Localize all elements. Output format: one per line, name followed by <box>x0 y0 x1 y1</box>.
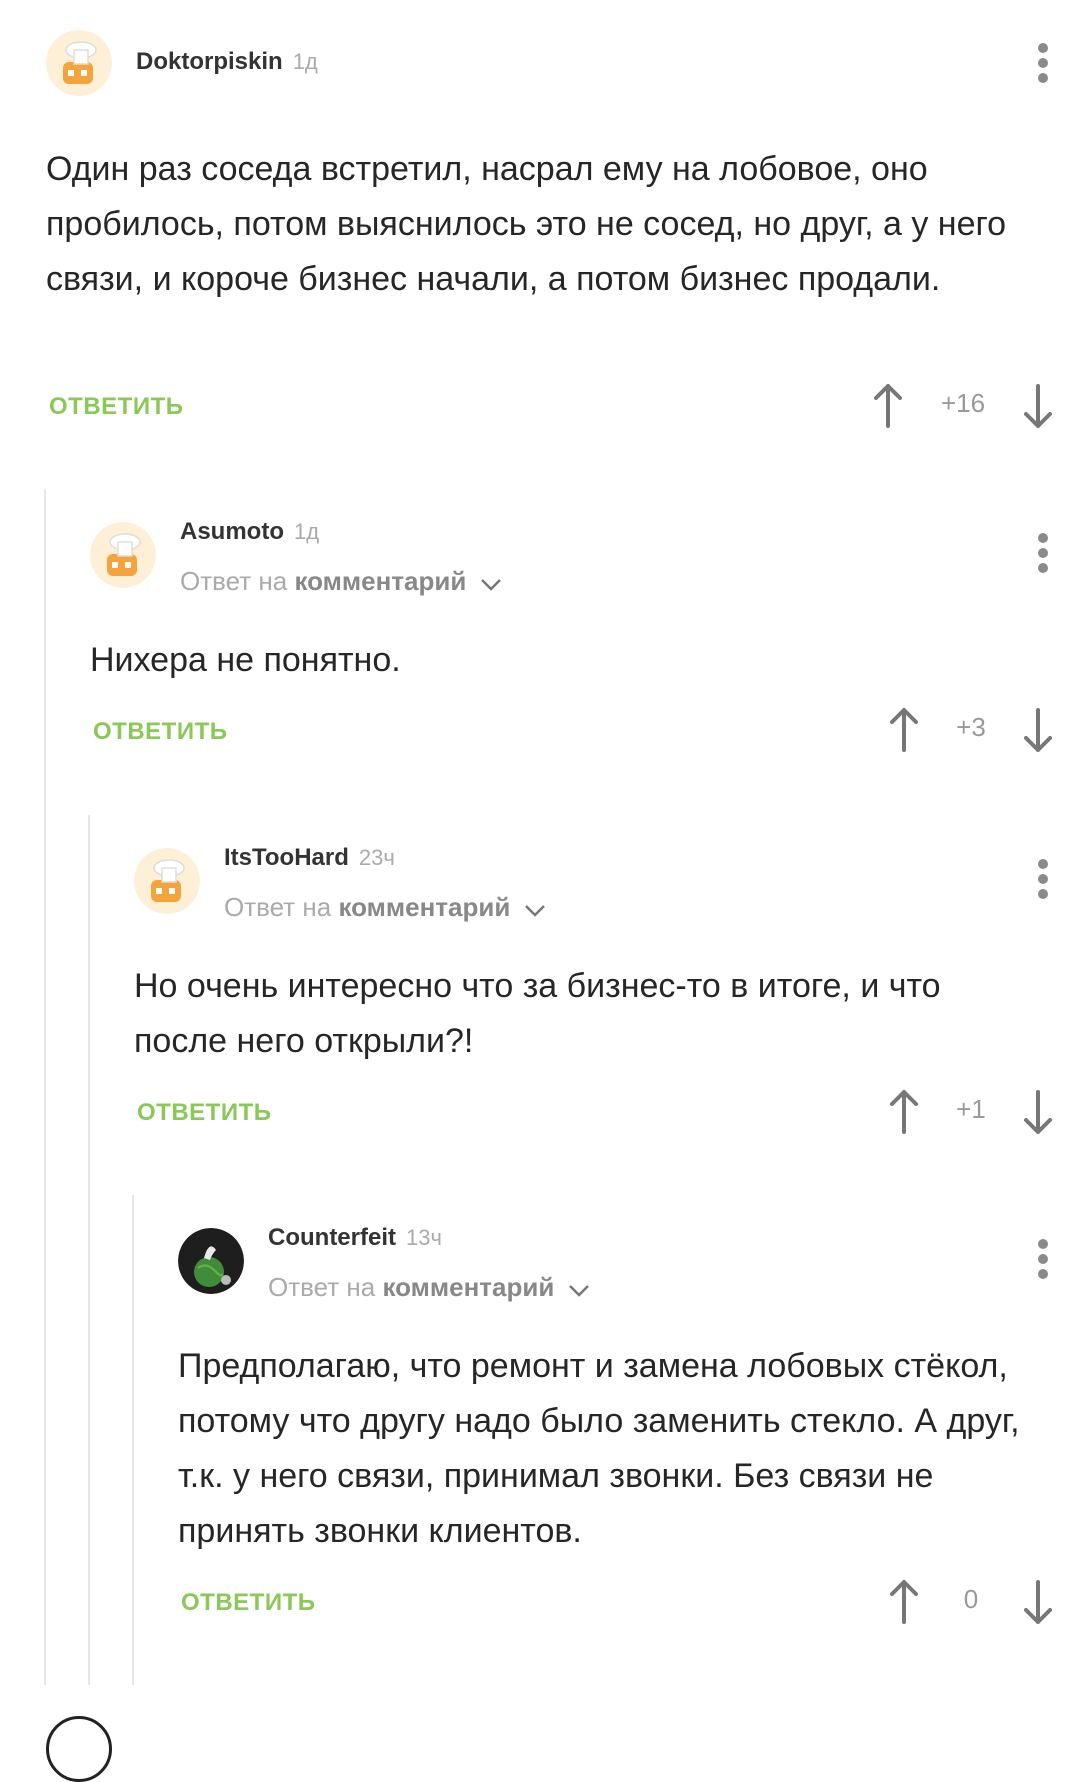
default-avatar-icon[interactable] <box>46 30 112 96</box>
comment-time: 1д <box>294 519 320 544</box>
reply-to-comment-link[interactable]: комментарий <box>294 566 466 596</box>
default-avatar-icon[interactable] <box>134 848 200 914</box>
arrow-down-icon[interactable] <box>1018 382 1058 430</box>
more-vertical-icon[interactable] <box>1036 40 1050 84</box>
author-name[interactable]: Doktorpiskin <box>136 48 283 75</box>
arrow-up-icon[interactable] <box>884 1578 924 1626</box>
reply-to-prefix: Ответ на <box>268 1272 376 1302</box>
reply-to-link[interactable]: Ответ на комментарий <box>268 1272 590 1305</box>
reply-to-prefix: Ответ на <box>224 892 332 922</box>
thread-line-level-3 <box>132 1195 134 1685</box>
more-vertical-icon[interactable] <box>1036 530 1050 574</box>
more-vertical-icon[interactable] <box>1036 1236 1050 1280</box>
vote-controls: +1 <box>884 1082 1058 1142</box>
arrow-down-icon[interactable] <box>1018 706 1058 754</box>
user-avatar[interactable] <box>46 1716 112 1782</box>
arrow-up-icon[interactable] <box>884 706 924 754</box>
vote-controls: +3 <box>884 700 1058 760</box>
comment-text: Предполагаю, что ремонт и замена лобовых… <box>178 1347 1020 1550</box>
default-avatar-icon[interactable] <box>90 522 156 588</box>
comment-text: Один раз соседа встретил, насрал ему на … <box>46 150 1007 298</box>
more-vertical-icon[interactable] <box>1036 856 1050 900</box>
reply-button[interactable]: ОТВЕТИТЬ <box>49 393 184 421</box>
comment-author[interactable]: Asumoto 1д <box>180 518 319 546</box>
vote-controls: 0 <box>884 1572 1058 1632</box>
arrow-up-icon[interactable] <box>868 382 908 430</box>
vote-controls: +16 <box>868 376 1058 436</box>
comment-score: +16 <box>940 388 986 418</box>
reply-button[interactable]: ОТВЕТИТЬ <box>137 1099 272 1127</box>
reply-to-link[interactable]: Ответ на комментарий <box>224 892 546 925</box>
author-name[interactable]: ItsTooHard <box>224 844 349 871</box>
comment-score: +3 <box>956 712 986 742</box>
reply-button[interactable]: ОТВЕТИТЬ <box>181 1589 316 1617</box>
comment-author[interactable]: Counterfeit 13ч <box>268 1224 442 1252</box>
reply-to-prefix: Ответ на <box>180 566 288 596</box>
reply-to-comment-link[interactable]: комментарий <box>382 1272 554 1302</box>
author-name[interactable]: Asumoto <box>180 518 284 545</box>
arrow-down-icon[interactable] <box>1018 1578 1058 1626</box>
author-name[interactable]: Counterfeit <box>268 1224 396 1251</box>
user-avatar[interactable] <box>178 1228 244 1294</box>
arrow-down-icon[interactable] <box>1018 1088 1058 1136</box>
comment-time: 1д <box>292 49 318 74</box>
comment-text: Но очень интересно что за бизнес-то в ит… <box>134 967 941 1060</box>
comment-score: 0 <box>963 1584 979 1614</box>
thread-line-level-2 <box>88 815 90 1685</box>
comment-time: 13ч <box>406 1225 442 1250</box>
arrow-up-icon[interactable] <box>884 1088 924 1136</box>
chevron-down-icon[interactable] <box>568 1274 590 1305</box>
chevron-down-icon[interactable] <box>524 894 546 925</box>
reply-button[interactable]: ОТВЕТИТЬ <box>93 718 228 746</box>
chevron-down-icon[interactable] <box>480 568 502 599</box>
reply-to-link[interactable]: Ответ на комментарий <box>180 566 502 599</box>
reply-to-comment-link[interactable]: комментарий <box>338 892 510 922</box>
comment-author[interactable]: Doktorpiskin 1д <box>136 48 318 76</box>
comment-text: Нихера не понятно. <box>90 641 401 679</box>
comment-time: 23ч <box>358 845 395 870</box>
thread-line-level-1 <box>44 490 46 1685</box>
comment-score: +1 <box>956 1094 986 1124</box>
comment-author[interactable]: ItsTooHard 23ч <box>224 844 395 872</box>
